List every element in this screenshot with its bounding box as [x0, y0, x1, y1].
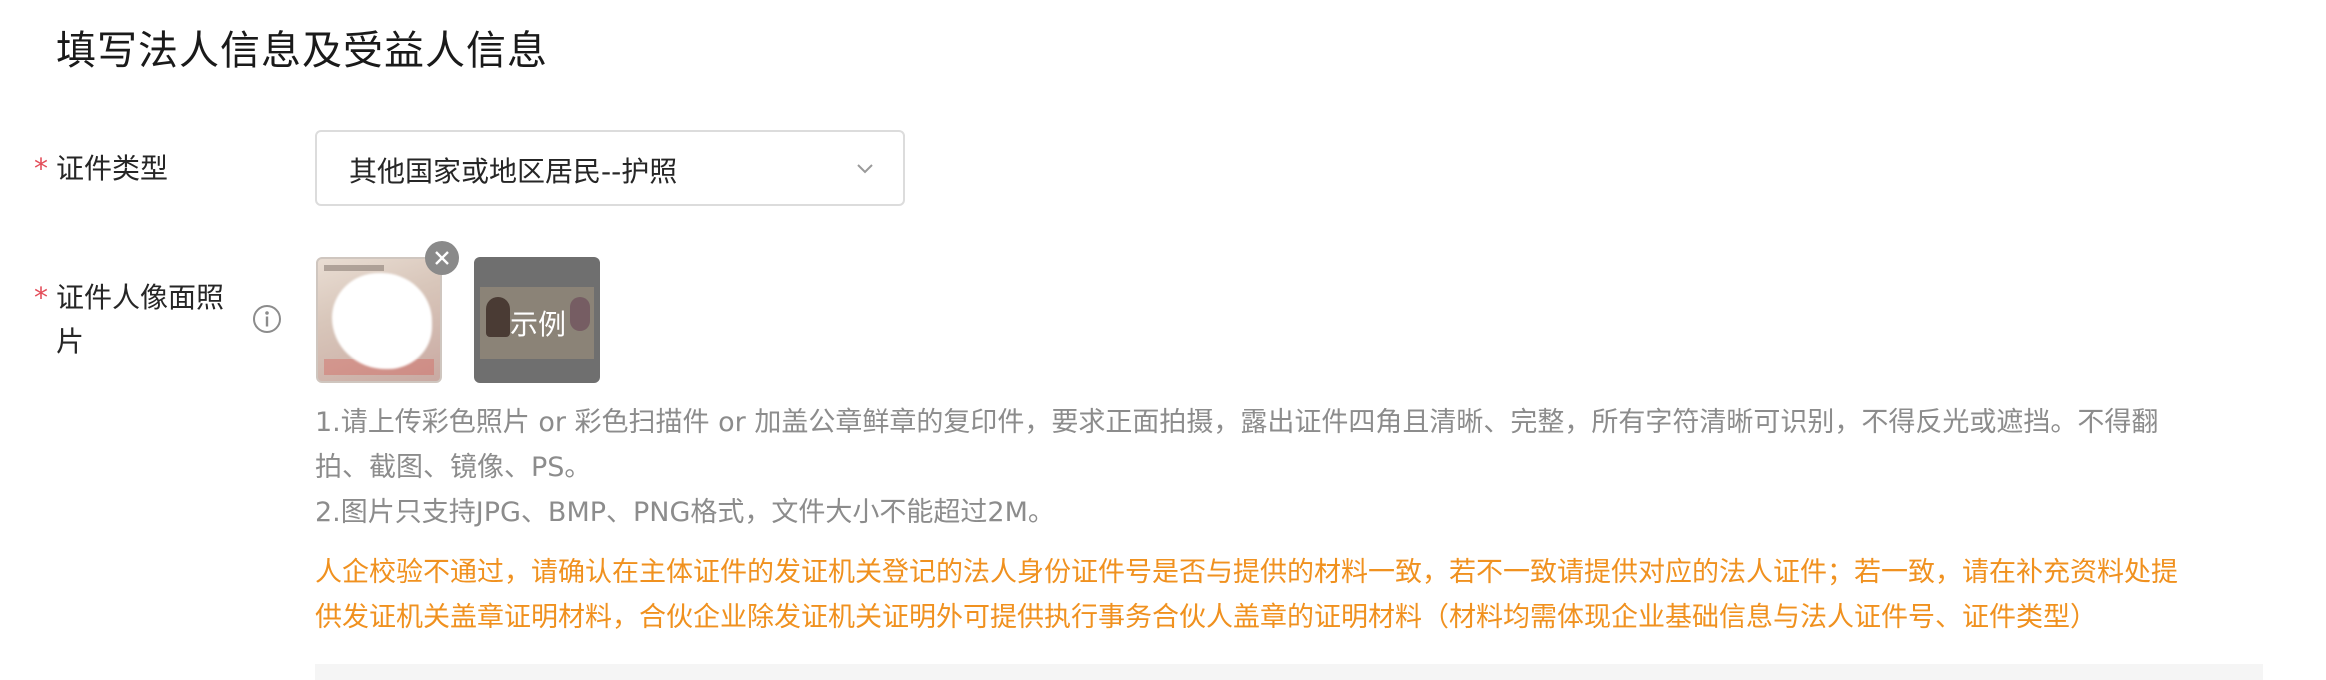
- uploaded-id-photo[interactable]: [316, 257, 442, 383]
- close-icon[interactable]: [425, 241, 459, 275]
- id-type-label-text: 证件类型: [56, 152, 169, 185]
- upload-hint-line: 拍、截图、镜像、PS。: [315, 452, 592, 483]
- required-mark: *: [34, 281, 48, 314]
- redaction-mask: [332, 273, 432, 369]
- required-mark: *: [34, 152, 48, 185]
- id-type-select[interactable]: 其他国家或地区居民--护照: [315, 130, 905, 206]
- portrait-image: [486, 297, 510, 337]
- upload-hint-line: 1.请上传彩色照片 or 彩色扫描件 or 加盖公章鲜章的复印件，要求正面拍摄，…: [315, 407, 2159, 438]
- upload-hint-line: 2.图片只支持JPG、BMP、PNG格式，文件大小不能超过2M。: [315, 497, 1055, 528]
- id-type-selected-value: 其他国家或地区居民--护照: [349, 155, 678, 188]
- chevron-down-icon: [857, 164, 873, 174]
- info-circle-icon[interactable]: [252, 304, 282, 334]
- id-type-label: * 证件类型: [34, 147, 169, 191]
- sample-id-photo[interactable]: 示例: [474, 257, 600, 383]
- id-photo-label: * 证件人像面照 片: [34, 276, 225, 364]
- id-photo-label-line1: 证件人像面照: [56, 281, 225, 314]
- page-title: 填写法人信息及受益人信息: [56, 28, 548, 74]
- verification-warning-line: 人企校验不通过，请确认在主体证件的发证机关登记的法人身份证件号是否与提供的材料一…: [315, 557, 2178, 588]
- verification-warning-line: 供发证机关盖章证明材料，合伙企业除发证机关证明外可提供执行事务合伙人盖章的证明材…: [315, 602, 2097, 633]
- next-section-panel: [315, 664, 2263, 680]
- id-photo-label-line2: 片: [56, 325, 85, 358]
- sample-label: 示例: [510, 308, 567, 341]
